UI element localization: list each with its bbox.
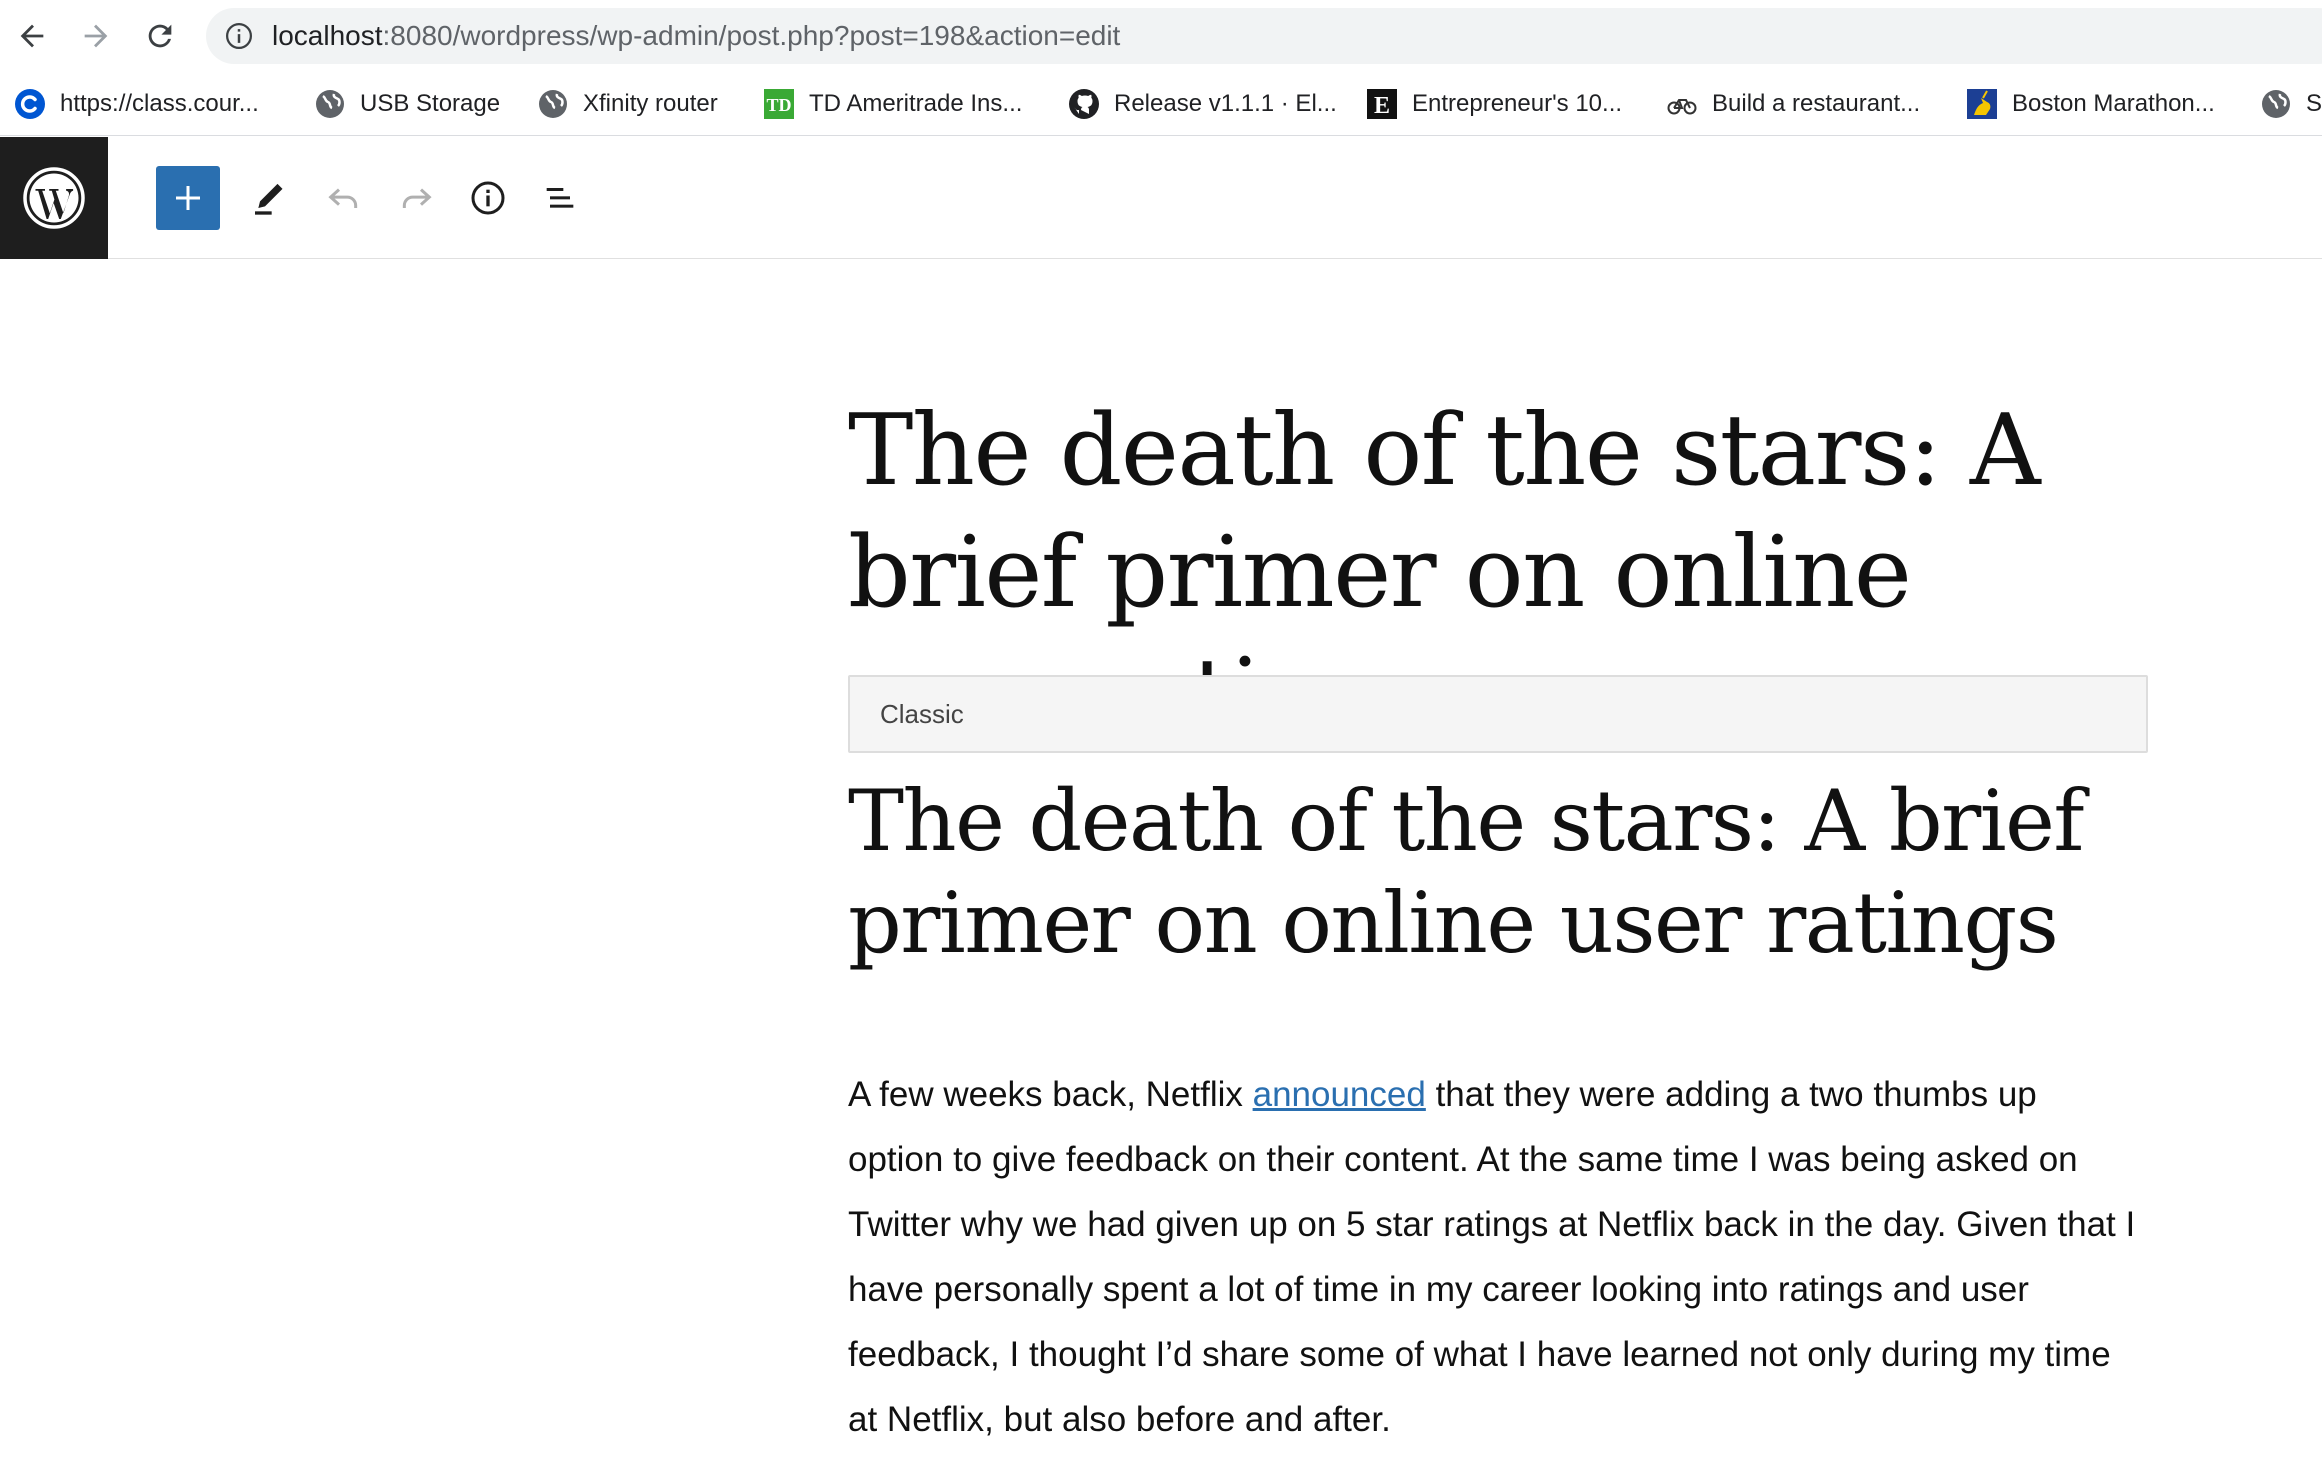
url-host: localhost: [272, 20, 383, 51]
bookmark-entrepreneur[interactable]: E Entrepreneur's 10...: [1366, 84, 1622, 124]
reload-icon: [148, 24, 172, 48]
bookmark-boston-marathon[interactable]: Boston Marathon...: [1966, 84, 2215, 124]
bookmark-label: S: [2306, 90, 2322, 117]
td-icon: TD: [763, 88, 795, 120]
bookmark-build-restaurant[interactable]: Build a restaurant...: [1666, 84, 1920, 124]
back-button[interactable]: [8, 12, 56, 60]
add-block-button[interactable]: [156, 166, 220, 230]
bookmark-truncated[interactable]: S: [2260, 84, 2322, 124]
editor-toolbar: [0, 137, 2322, 259]
globe-icon: [2260, 88, 2292, 120]
reload-button[interactable]: [136, 12, 184, 60]
url-text[interactable]: localhost:8080/wordpress/wp-admin/post.p…: [272, 8, 1120, 64]
bookmark-github-release[interactable]: Release v1.1.1 · El...: [1068, 84, 1337, 124]
bookmark-label: https://class.cour...: [60, 90, 259, 117]
details-button[interactable]: [456, 166, 520, 230]
bookmark-td-ameritrade[interactable]: TD TD Ameritrade Ins...: [763, 84, 1022, 124]
coursera-icon: [14, 88, 46, 120]
bookmark-label: Entrepreneur's 10...: [1412, 90, 1623, 117]
paragraph-text-after: that they were adding a two thumbs up op…: [848, 1075, 2136, 1439]
undo-icon: [328, 188, 358, 208]
paragraph-text-before: A few weeks back, Netflix: [848, 1075, 1253, 1114]
undo-button[interactable]: [312, 166, 376, 230]
unicorn-icon: [1966, 88, 1998, 120]
classic-block-label: Classic: [880, 699, 964, 729]
bookmark-label: Xfinity router: [583, 90, 718, 117]
bookmark-usb-storage[interactable]: USB Storage: [314, 84, 500, 124]
address-bar[interactable]: localhost:8080/wordpress/wp-admin/post.p…: [206, 8, 2322, 64]
tools-edit-button[interactable]: [238, 166, 302, 230]
wordpress-logo-button[interactable]: [0, 137, 108, 259]
plus-icon: [176, 186, 200, 210]
bookmark-label: USB Storage: [360, 90, 501, 117]
redo-button[interactable]: [384, 166, 448, 230]
bookmarks-bar: https://class.cour... USB Storage Xfinit…: [0, 72, 2322, 136]
bookmark-coursera[interactable]: https://class.cour...: [14, 84, 259, 124]
bookmark-xfinity-router[interactable]: Xfinity router: [537, 84, 718, 124]
url-path: :8080/wordpress/wp-admin/post.php?post=1…: [382, 20, 1121, 51]
forward-arrow-icon: [84, 24, 108, 48]
browser-nav-row: localhost:8080/wordpress/wp-admin/post.p…: [0, 0, 2322, 72]
announced-link[interactable]: announced: [1253, 1075, 1426, 1114]
list-view-icon: [546, 188, 574, 208]
github-icon: [1068, 88, 1100, 120]
svg-text:E: E: [1374, 93, 1390, 119]
globe-icon: [537, 88, 569, 120]
bookmark-label: Release v1.1.1 · El...: [1114, 90, 1337, 117]
content-heading[interactable]: The death of the stars: A brief primer o…: [848, 770, 2148, 974]
list-view-button[interactable]: [528, 166, 592, 230]
classic-block-toolbar[interactable]: Classic: [848, 675, 2148, 753]
bookmark-label: TD Ameritrade Ins...: [809, 90, 1023, 117]
svg-text:TD: TD: [766, 95, 791, 115]
wordpress-logo-icon: [23, 167, 85, 229]
forward-button[interactable]: [72, 12, 120, 60]
bookmark-label: Boston Marathon...: [2012, 90, 2215, 117]
pencil-icon: [255, 183, 283, 215]
redo-icon: [402, 188, 432, 208]
globe-icon: [314, 88, 346, 120]
content-paragraph[interactable]: A few weeks back, Netflix announced that…: [848, 1062, 2138, 1452]
info-icon: [471, 181, 505, 215]
site-info-icon[interactable]: [224, 21, 254, 51]
bike-icon: [1666, 88, 1698, 120]
bookmark-label: Build a restaurant...: [1712, 90, 1921, 117]
back-arrow-icon: [20, 24, 44, 48]
entrepreneur-icon: E: [1366, 88, 1398, 120]
